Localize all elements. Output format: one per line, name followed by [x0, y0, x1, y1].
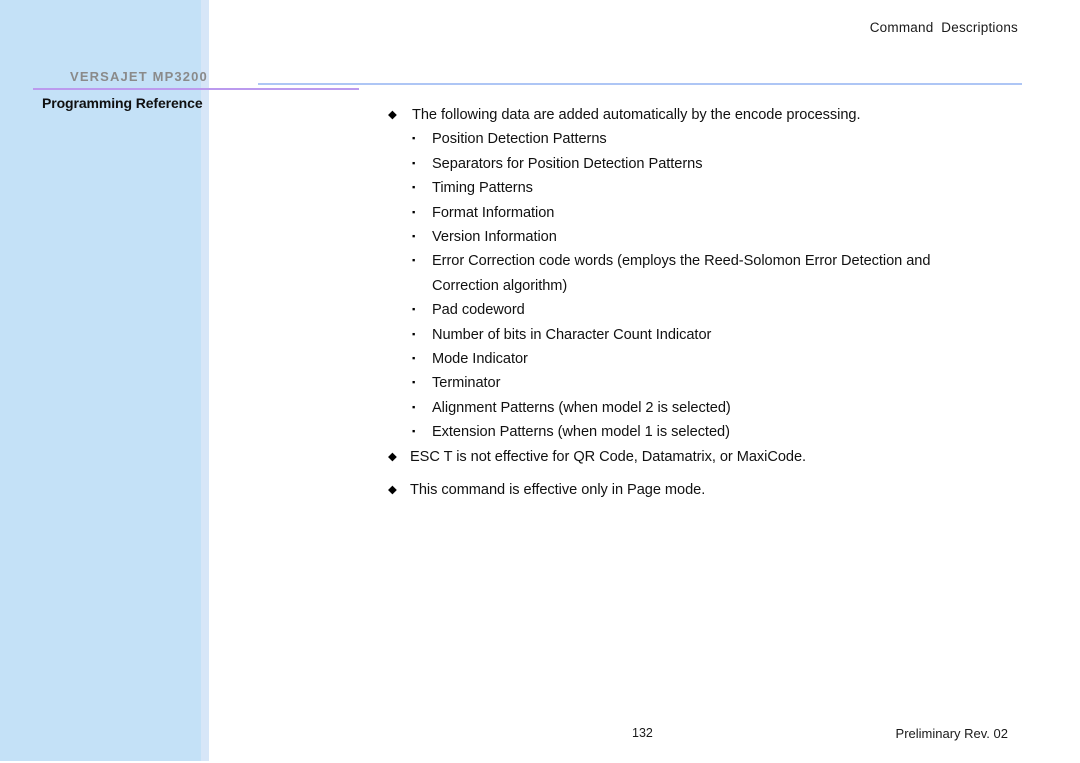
list-item-label: Pad codeword	[432, 302, 525, 319]
square-bullet-icon: ▪	[412, 377, 416, 389]
running-header: Command Descriptions	[869, 20, 1018, 35]
list-item-label: ESC T is not effective for QR Code, Data…	[410, 448, 807, 465]
square-bullet-icon: ▪	[412, 157, 416, 169]
square-bullet-icon: ▪	[412, 182, 416, 194]
square-bullet-icon: ▪	[412, 133, 416, 145]
list-item: ▪ Version Information	[388, 225, 1028, 249]
square-bullet-icon: ▪	[412, 304, 416, 316]
square-bullet-icon: ▪	[412, 401, 416, 413]
list-item-note-page-mode: ◆ This command is effective only in Page…	[388, 478, 1028, 502]
header-rule-purple	[33, 88, 359, 90]
list-item: ▪ Position Detection Patterns	[388, 127, 1028, 151]
list-item-intro: ◆ The following data are added automatic…	[388, 103, 1028, 127]
diamond-bullet-icon: ◆	[388, 484, 397, 497]
list-item: ▪ Format Information	[388, 201, 1028, 225]
list-item: ▪ Number of bits in Character Count Indi…	[388, 323, 1028, 347]
list-item-label: Error Correction code words (employs the…	[432, 253, 931, 270]
list-item: ▪ Mode Indicator	[388, 347, 1028, 371]
square-bullet-icon: ▪	[412, 328, 416, 340]
square-bullet-icon: ▪	[412, 231, 416, 243]
square-bullet-icon: ▪	[412, 255, 416, 267]
list-item: ▪ Separators for Position Detection Patt…	[388, 152, 1028, 176]
list-item: ▪ Error Correction code words (employs t…	[388, 249, 1028, 298]
list-item-label: Timing Patterns	[432, 180, 533, 197]
list-item-label: The following data are added automatical…	[412, 107, 861, 123]
square-bullet-icon: ▪	[412, 206, 416, 218]
diamond-bullet-icon: ◆	[388, 109, 397, 121]
square-bullet-icon: ▪	[412, 353, 416, 365]
document-subtitle: Programming Reference	[42, 95, 203, 111]
header-rule-blue	[258, 83, 1022, 85]
list-item: ▪ Terminator	[388, 371, 1028, 395]
list-item: ▪ Pad codeword	[388, 298, 1028, 322]
document-body: ◆ The following data are added automatic…	[388, 103, 1028, 503]
sidebar-band-edge	[201, 0, 209, 761]
list-item-label: Number of bits in Character Count Indica…	[432, 326, 712, 343]
sidebar-color-band	[0, 0, 209, 761]
list-item-label: Format Information	[432, 204, 555, 221]
list-item-label: Terminator	[432, 375, 501, 392]
revision-label: Preliminary Rev. 02	[895, 726, 1008, 741]
diamond-bullet-icon: ◆	[388, 450, 397, 463]
product-name: VERSAJET MP3200	[70, 69, 208, 84]
list-item-label-continuation: Correction algorithm)	[432, 277, 568, 294]
list-item-label: Separators for Position Detection Patter…	[432, 155, 703, 172]
list-item: ▪ Timing Patterns	[388, 176, 1028, 200]
square-bullet-icon: ▪	[412, 426, 416, 438]
page-number: 132	[632, 726, 653, 740]
list-item-label: This command is effective only in Page m…	[410, 482, 706, 499]
list-item: ▪ Alignment Patterns (when model 2 is se…	[388, 396, 1028, 420]
list-item-label: Extension Patterns (when model 1 is sele…	[432, 424, 730, 441]
auto-encoded-data-list: ▪ Position Detection Patterns ▪ Separato…	[388, 127, 1028, 444]
list-item-label: Version Information	[432, 229, 557, 246]
list-item: ▪ Extension Patterns (when model 1 is se…	[388, 420, 1028, 444]
list-item-note-esc-t: ◆ ESC T is not effective for QR Code, Da…	[388, 445, 1028, 469]
list-item-label: Alignment Patterns (when model 2 is sele…	[432, 399, 731, 416]
list-item-label: Mode Indicator	[432, 351, 528, 368]
list-item-label: Position Detection Patterns	[432, 131, 607, 148]
